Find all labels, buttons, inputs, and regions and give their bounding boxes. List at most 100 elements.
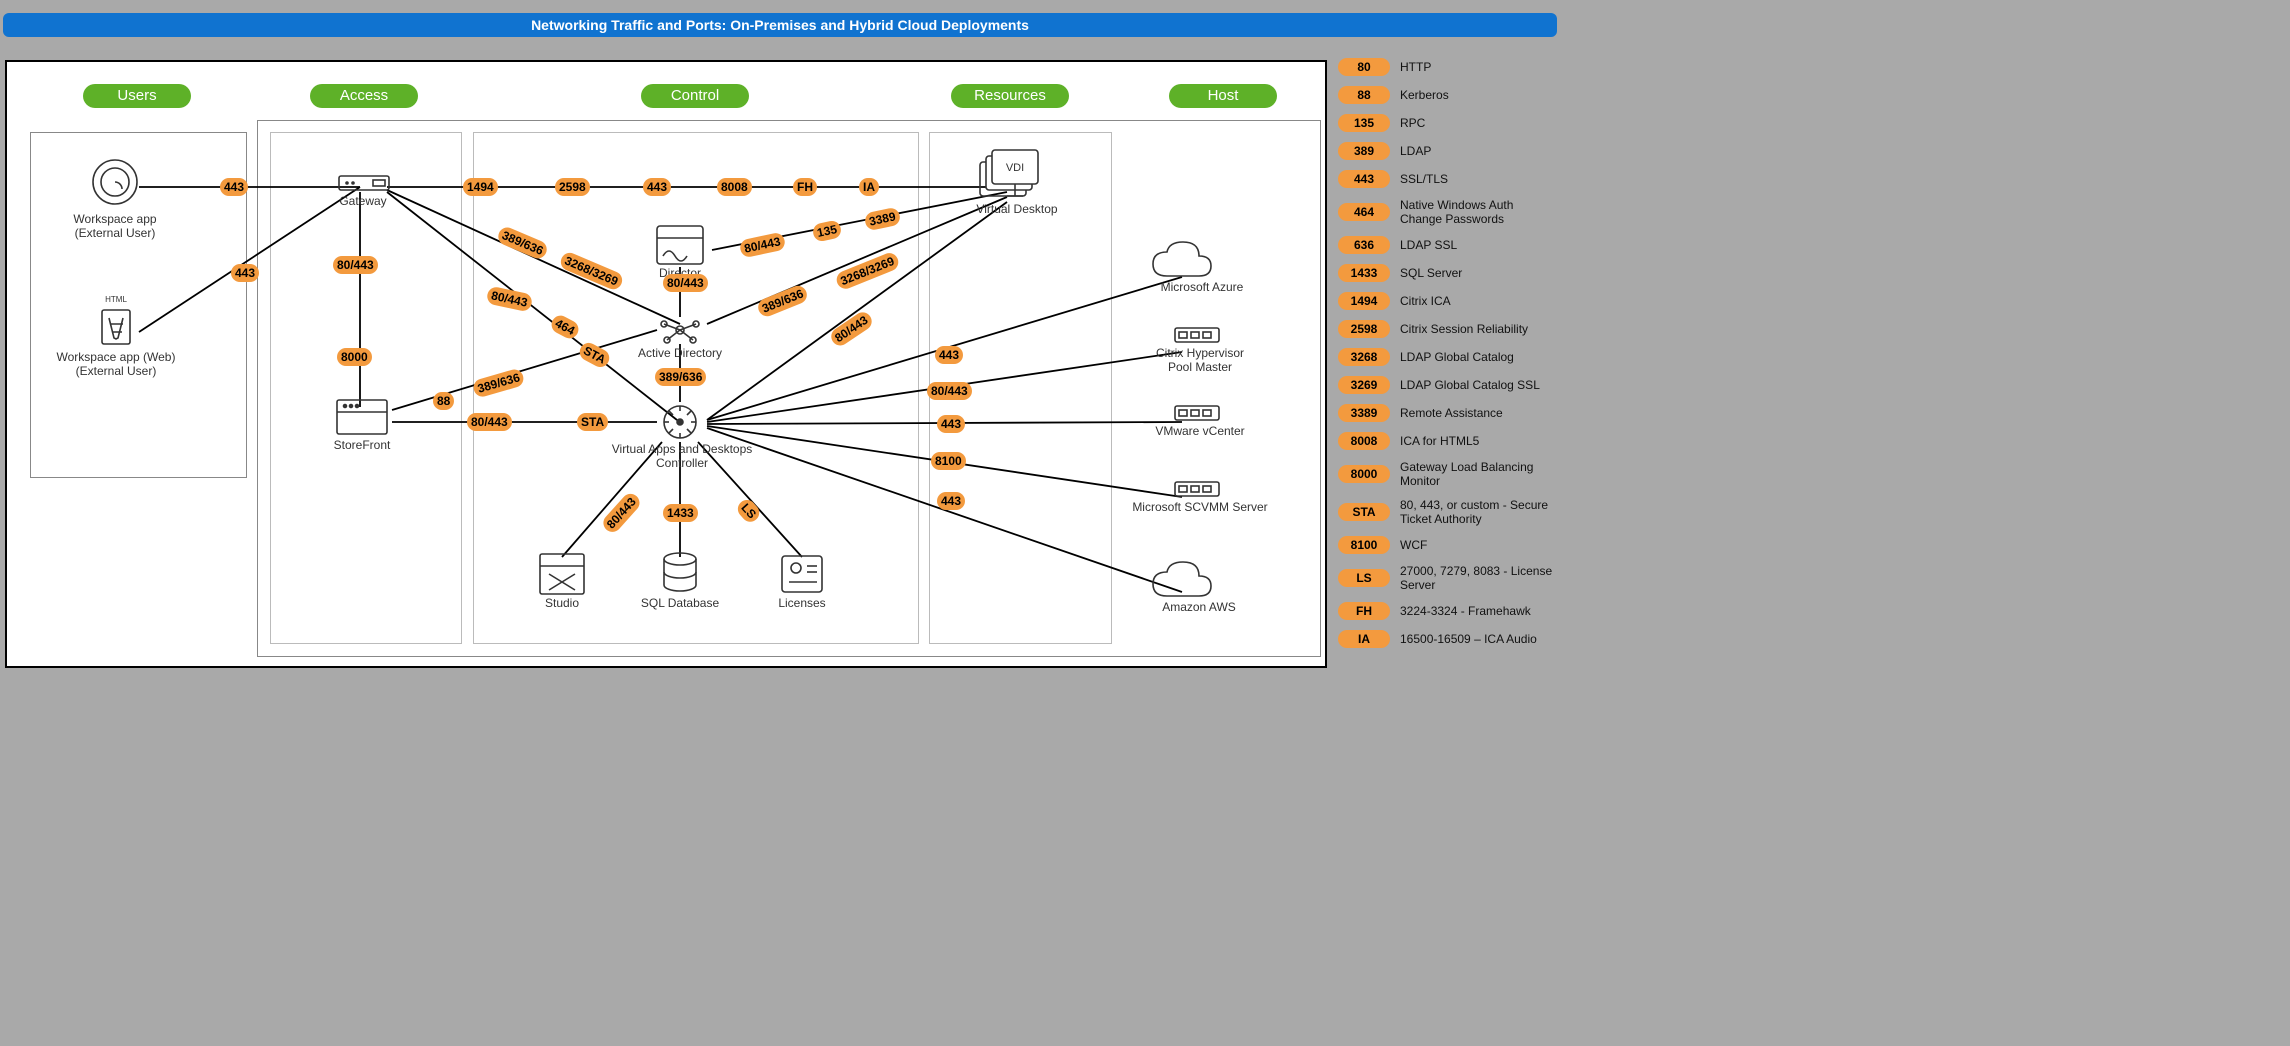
legend-pill: FH	[1338, 602, 1390, 620]
legend-text: SSL/TLS	[1400, 172, 1448, 186]
legend-row: 464 Native Windows Auth Change Passwords	[1338, 198, 1558, 226]
port-pill: 443	[937, 492, 965, 510]
port-pill: FH	[793, 178, 817, 196]
legend-row: 135 RPC	[1338, 114, 1558, 132]
port-pill: 8100	[931, 452, 966, 470]
legend-row: 636 LDAP SSL	[1338, 236, 1558, 254]
port-pill: 8008	[717, 178, 752, 196]
column-head-host: Host	[1169, 84, 1277, 108]
legend-text: LDAP SSL	[1400, 238, 1457, 252]
legend-pill: LS	[1338, 569, 1390, 587]
legend-pill: 464	[1338, 203, 1390, 221]
port-pill: 1494	[463, 178, 498, 196]
legend-pill: STA	[1338, 503, 1390, 521]
label-gateway: Gateway	[333, 194, 393, 208]
column-head-access: Access	[310, 84, 418, 108]
zone-access	[270, 132, 462, 644]
legend-row: 8008ICA for HTML5	[1338, 432, 1558, 450]
port-pill: 2598	[555, 178, 590, 196]
zone-users	[30, 132, 247, 478]
legend-pill: 2598	[1338, 320, 1390, 338]
label-active-directory: Active Directory	[625, 346, 735, 360]
port-pill: 80/443	[927, 382, 972, 400]
legend-text: 3224-3324 - Framehawk	[1400, 604, 1531, 618]
legend-pill: 3268	[1338, 348, 1390, 366]
legend-pill: 3269	[1338, 376, 1390, 394]
legend-text: HTTP	[1400, 60, 1431, 74]
legend-row: 3389 Remote Assistance	[1338, 404, 1558, 422]
label-vdi: Virtual Desktop	[967, 202, 1067, 216]
port-pill: 443	[220, 178, 248, 196]
legend-text: Citrix Session Reliability	[1400, 322, 1528, 336]
legend-text: 80, 443, or custom - Secure Ticket Autho…	[1400, 498, 1558, 526]
legend-pill: 636	[1338, 236, 1390, 254]
legend-pill: 1494	[1338, 292, 1390, 310]
legend-row: 1494 Citrix ICA	[1338, 292, 1558, 310]
legend-text: LDAP	[1400, 144, 1431, 158]
legend-pill: 88	[1338, 86, 1390, 104]
legend-row: 8100 WCF	[1338, 536, 1558, 554]
label-controller: Virtual Apps and Desktops Controller	[597, 442, 767, 470]
port-pill: 80/443	[663, 274, 708, 292]
zone-control	[473, 132, 919, 644]
port-pill: 80/443	[333, 256, 378, 274]
port-pill: 80/443	[467, 413, 512, 431]
port-pill: 8000	[337, 348, 372, 366]
legend-row: 80 HTTP	[1338, 58, 1558, 76]
page-title: Networking Traffic and Ports: On-Premise…	[3, 13, 1557, 37]
legend-row: 88 Kerberos	[1338, 86, 1558, 104]
legend-row: 3269 LDAP Global Catalog SSL	[1338, 376, 1558, 394]
legend-pill: 8008	[1338, 432, 1390, 450]
legend-text: LDAP Global Catalog SSL	[1400, 378, 1540, 392]
legend-pill: 8100	[1338, 536, 1390, 554]
legend-pill: 80	[1338, 58, 1390, 76]
legend-text: Remote Assistance	[1400, 406, 1503, 420]
column-head-users: Users	[83, 84, 191, 108]
legend-pill: 1433	[1338, 264, 1390, 282]
legend-pill: 135	[1338, 114, 1390, 132]
label-chv: Citrix Hypervisor Pool Master	[1145, 346, 1255, 374]
legend-row: IA16500-16509 – ICA Audio	[1338, 630, 1558, 648]
legend-row: 443 SSL/TLS	[1338, 170, 1558, 188]
label-scvmm: Microsoft SCVMM Server	[1125, 500, 1275, 514]
label-vcenter: VMware vCenter	[1145, 424, 1255, 438]
legend-pill: 8000	[1338, 465, 1390, 483]
label-workspace-app-ext: Workspace app (External User)	[65, 212, 165, 240]
legend-text: Kerberos	[1400, 88, 1449, 102]
diagram-stage: Networking Traffic and Ports: On-Premise…	[0, 0, 1560, 713]
port-pill: 88	[433, 392, 454, 410]
label-sql: SQL Database	[637, 596, 723, 610]
column-head-resources: Resources	[951, 84, 1069, 108]
legend-text: Native Windows Auth Change Passwords	[1400, 198, 1558, 226]
label-workspace-app-web: Workspace app (Web) (External User)	[51, 350, 181, 378]
legend-text: WCF	[1400, 538, 1427, 552]
label-azure: Microsoft Azure	[1147, 280, 1257, 294]
legend-text: SQL Server	[1400, 266, 1462, 280]
legend-text: Citrix ICA	[1400, 294, 1451, 308]
legend-pill: IA	[1338, 630, 1390, 648]
port-pill: IA	[859, 178, 879, 196]
legend-row: 1433 SQL Server	[1338, 264, 1558, 282]
port-pill: 443	[231, 264, 259, 282]
label-storefront: StoreFront	[327, 438, 397, 452]
legend-row: FH 3224-3324 - Framehawk	[1338, 602, 1558, 620]
port-pill: 389/636	[655, 368, 706, 386]
label-licenses: Licenses	[772, 596, 832, 610]
legend-pill: 3389	[1338, 404, 1390, 422]
legend-row: 2598 Citrix Session Reliability	[1338, 320, 1558, 338]
legend-pill: 443	[1338, 170, 1390, 188]
legend-text: 27000, 7279, 8083 - License Server	[1400, 564, 1558, 592]
legend-row: STA 80, 443, or custom - Secure Ticket Au…	[1338, 498, 1558, 526]
legend-pill: 389	[1338, 142, 1390, 160]
port-pill: 443	[643, 178, 671, 196]
port-pill: 443	[935, 346, 963, 364]
port-pill: 1433	[663, 504, 698, 522]
port-legend: 80HTTP88Kerberos135RPC389LDAP443SSL/TLS4…	[1338, 58, 1558, 658]
legend-text: RPC	[1400, 116, 1425, 130]
legend-text: LDAP Global Catalog	[1400, 350, 1514, 364]
legend-row: LS 27000, 7279, 8083 - License Server	[1338, 564, 1558, 592]
legend-row: 3268 LDAP Global Catalog	[1338, 348, 1558, 366]
port-pill: STA	[577, 413, 608, 431]
label-aws: Amazon AWS	[1149, 600, 1249, 614]
column-head-control: Control	[641, 84, 749, 108]
